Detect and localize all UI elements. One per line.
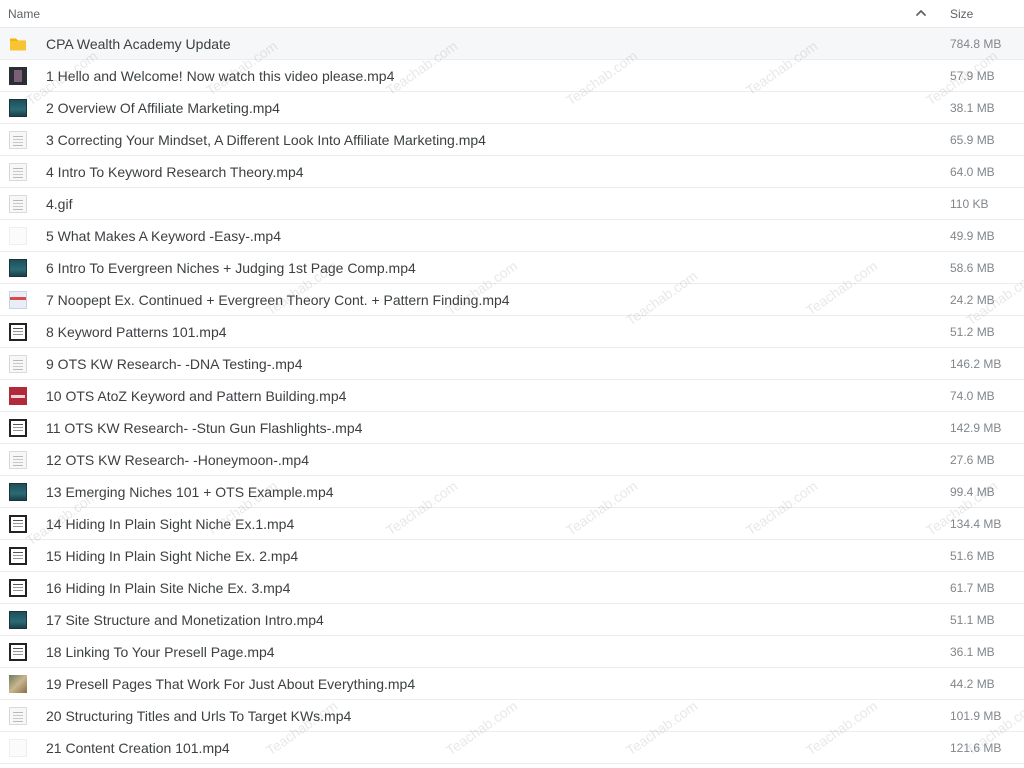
file-thumbnail-icon: [9, 611, 27, 629]
file-thumbnail-icon: [9, 547, 27, 565]
file-row[interactable]: 9 OTS KW Research- -DNA Testing-.mp4 146.…: [0, 348, 1024, 380]
folder-row[interactable]: CPA Wealth Academy Update 784.8 MB: [0, 28, 1024, 60]
file-name: 4 Intro To Keyword Research Theory.mp4: [46, 164, 304, 180]
file-size: 74.0 MB: [950, 389, 995, 403]
file-size: 134.4 MB: [950, 517, 1002, 531]
file-size: 36.1 MB: [950, 645, 995, 659]
file-name: 15 Hiding In Plain Sight Niche Ex. 2.mp4: [46, 548, 299, 564]
file-size: 110 KB: [950, 197, 989, 211]
file-row[interactable]: 7 Noopept Ex. Continued + Evergreen Theo…: [0, 284, 1024, 316]
file-thumbnail-icon: [9, 451, 27, 469]
file-list-header: Name Size: [0, 0, 1024, 28]
file-thumbnail-icon: [9, 355, 27, 373]
file-size: 51.1 MB: [950, 613, 995, 627]
file-thumbnail-icon: [9, 675, 27, 693]
file-name: 19 Presell Pages That Work For Just Abou…: [46, 676, 416, 692]
file-size: 38.1 MB: [950, 101, 995, 115]
file-size: 24.2 MB: [950, 293, 995, 307]
file-row[interactable]: 19 Presell Pages That Work For Just Abou…: [0, 668, 1024, 700]
file-row[interactable]: 5 What Makes A Keyword -Easy-.mp4 49.9 MB: [0, 220, 1024, 252]
file-name: 2 Overview Of Affiliate Marketing.mp4: [46, 100, 280, 116]
file-size: 64.0 MB: [950, 165, 995, 179]
chevron-up-icon[interactable]: [914, 6, 928, 20]
file-row[interactable]: 6 Intro To Evergreen Niches + Judging 1s…: [0, 252, 1024, 284]
file-thumbnail-icon: [9, 67, 27, 85]
file-size: 101.9 MB: [950, 709, 1002, 723]
name-column-header[interactable]: Name: [8, 7, 40, 21]
file-thumbnail-icon: [9, 259, 27, 277]
file-thumbnail-icon: [9, 131, 27, 149]
file-size: 121.6 MB: [950, 741, 1002, 755]
file-size: 51.6 MB: [950, 549, 995, 563]
file-size: 49.9 MB: [950, 229, 995, 243]
file-thumbnail-icon: [9, 227, 27, 245]
file-thumbnail-icon: [9, 579, 27, 597]
file-size: 58.6 MB: [950, 261, 995, 275]
file-size: 142.9 MB: [950, 421, 1002, 435]
file-row[interactable]: 12 OTS KW Research- -Honeymoon-.mp4 27.6 …: [0, 444, 1024, 476]
file-thumbnail-icon: [9, 483, 27, 501]
file-name: 5 What Makes A Keyword -Easy-.mp4: [46, 228, 281, 244]
file-name: 18 Linking To Your Presell Page.mp4: [46, 644, 275, 660]
file-name: 11 OTS KW Research- -Stun Gun Flashlight…: [46, 420, 363, 436]
folder-icon: [9, 35, 27, 53]
file-size: 65.9 MB: [950, 133, 995, 147]
file-size: 57.9 MB: [950, 69, 995, 83]
file-name: 7 Noopept Ex. Continued + Evergreen Theo…: [46, 292, 510, 308]
file-thumbnail-icon: [9, 195, 27, 213]
file-name: 20 Structuring Titles and Urls To Target…: [46, 708, 352, 724]
file-thumbnail-icon: [9, 707, 27, 725]
file-name: 17 Site Structure and Monetization Intro…: [46, 612, 324, 628]
file-name: 3 Correcting Your Mindset, A Different L…: [46, 132, 486, 148]
file-size: 44.2 MB: [950, 677, 995, 691]
file-row[interactable]: 11 OTS KW Research- -Stun Gun Flashlight…: [0, 412, 1024, 444]
file-name: 14 Hiding In Plain Sight Niche Ex.1.mp4: [46, 516, 295, 532]
file-thumbnail-icon: [9, 163, 27, 181]
file-name: 8 Keyword Patterns 101.mp4: [46, 324, 227, 340]
file-name: 4.gif: [46, 196, 73, 212]
file-thumbnail-icon: [9, 643, 27, 661]
file-size: 784.8 MB: [950, 37, 1002, 51]
file-thumbnail-icon: [9, 99, 27, 117]
file-row[interactable]: 17 Site Structure and Monetization Intro…: [0, 604, 1024, 636]
file-thumbnail-icon: [9, 291, 27, 309]
file-row[interactable]: 3 Correcting Your Mindset, A Different L…: [0, 124, 1024, 156]
file-thumbnail-icon: [9, 387, 27, 405]
file-thumbnail-icon: [9, 323, 27, 341]
file-row[interactable]: 16 Hiding In Plain Site Niche Ex. 3.mp4 6…: [0, 572, 1024, 604]
size-column-header[interactable]: Size: [950, 7, 973, 21]
file-row[interactable]: 21 Content Creation 101.mp4 121.6 MB: [0, 732, 1024, 764]
file-row[interactable]: 18 Linking To Your Presell Page.mp4 36.1 …: [0, 636, 1024, 668]
file-row[interactable]: 1 Hello and Welcome! Now watch this vide…: [0, 60, 1024, 92]
file-size: 51.2 MB: [950, 325, 995, 339]
file-row[interactable]: 15 Hiding In Plain Sight Niche Ex. 2.mp4…: [0, 540, 1024, 572]
file-name: 1 Hello and Welcome! Now watch this vide…: [46, 68, 395, 84]
file-name: 9 OTS KW Research- -DNA Testing-.mp4: [46, 356, 303, 372]
file-thumbnail-icon: [9, 739, 27, 757]
file-row[interactable]: 2 Overview Of Affiliate Marketing.mp4 38.…: [0, 92, 1024, 124]
file-name: 16 Hiding In Plain Site Niche Ex. 3.mp4: [46, 580, 291, 596]
file-name: 13 Emerging Niches 101 + OTS Example.mp4: [46, 484, 334, 500]
file-name: CPA Wealth Academy Update: [46, 36, 231, 52]
file-thumbnail-icon: [9, 419, 27, 437]
file-row[interactable]: 8 Keyword Patterns 101.mp4 51.2 MB: [0, 316, 1024, 348]
file-size: 99.4 MB: [950, 485, 995, 499]
file-row[interactable]: 4.gif 110 KB: [0, 188, 1024, 220]
file-name: 6 Intro To Evergreen Niches + Judging 1s…: [46, 260, 416, 276]
file-row[interactable]: 4 Intro To Keyword Research Theory.mp4 64…: [0, 156, 1024, 188]
file-size: 27.6 MB: [950, 453, 995, 467]
file-thumbnail-icon: [9, 515, 27, 533]
file-row[interactable]: 10 OTS AtoZ Keyword and Pattern Building…: [0, 380, 1024, 412]
file-row[interactable]: 13 Emerging Niches 101 + OTS Example.mp4…: [0, 476, 1024, 508]
file-size: 61.7 MB: [950, 581, 995, 595]
file-name: 21 Content Creation 101.mp4: [46, 740, 230, 756]
file-row[interactable]: 14 Hiding In Plain Sight Niche Ex.1.mp4 1…: [0, 508, 1024, 540]
file-row[interactable]: 20 Structuring Titles and Urls To Target…: [0, 700, 1024, 732]
file-name: 10 OTS AtoZ Keyword and Pattern Building…: [46, 388, 347, 404]
file-name: 12 OTS KW Research- -Honeymoon-.mp4: [46, 452, 309, 468]
file-size: 146.2 MB: [950, 357, 1002, 371]
file-list: CPA Wealth Academy Update 784.8 MB 1 Hello…: [0, 28, 1024, 764]
